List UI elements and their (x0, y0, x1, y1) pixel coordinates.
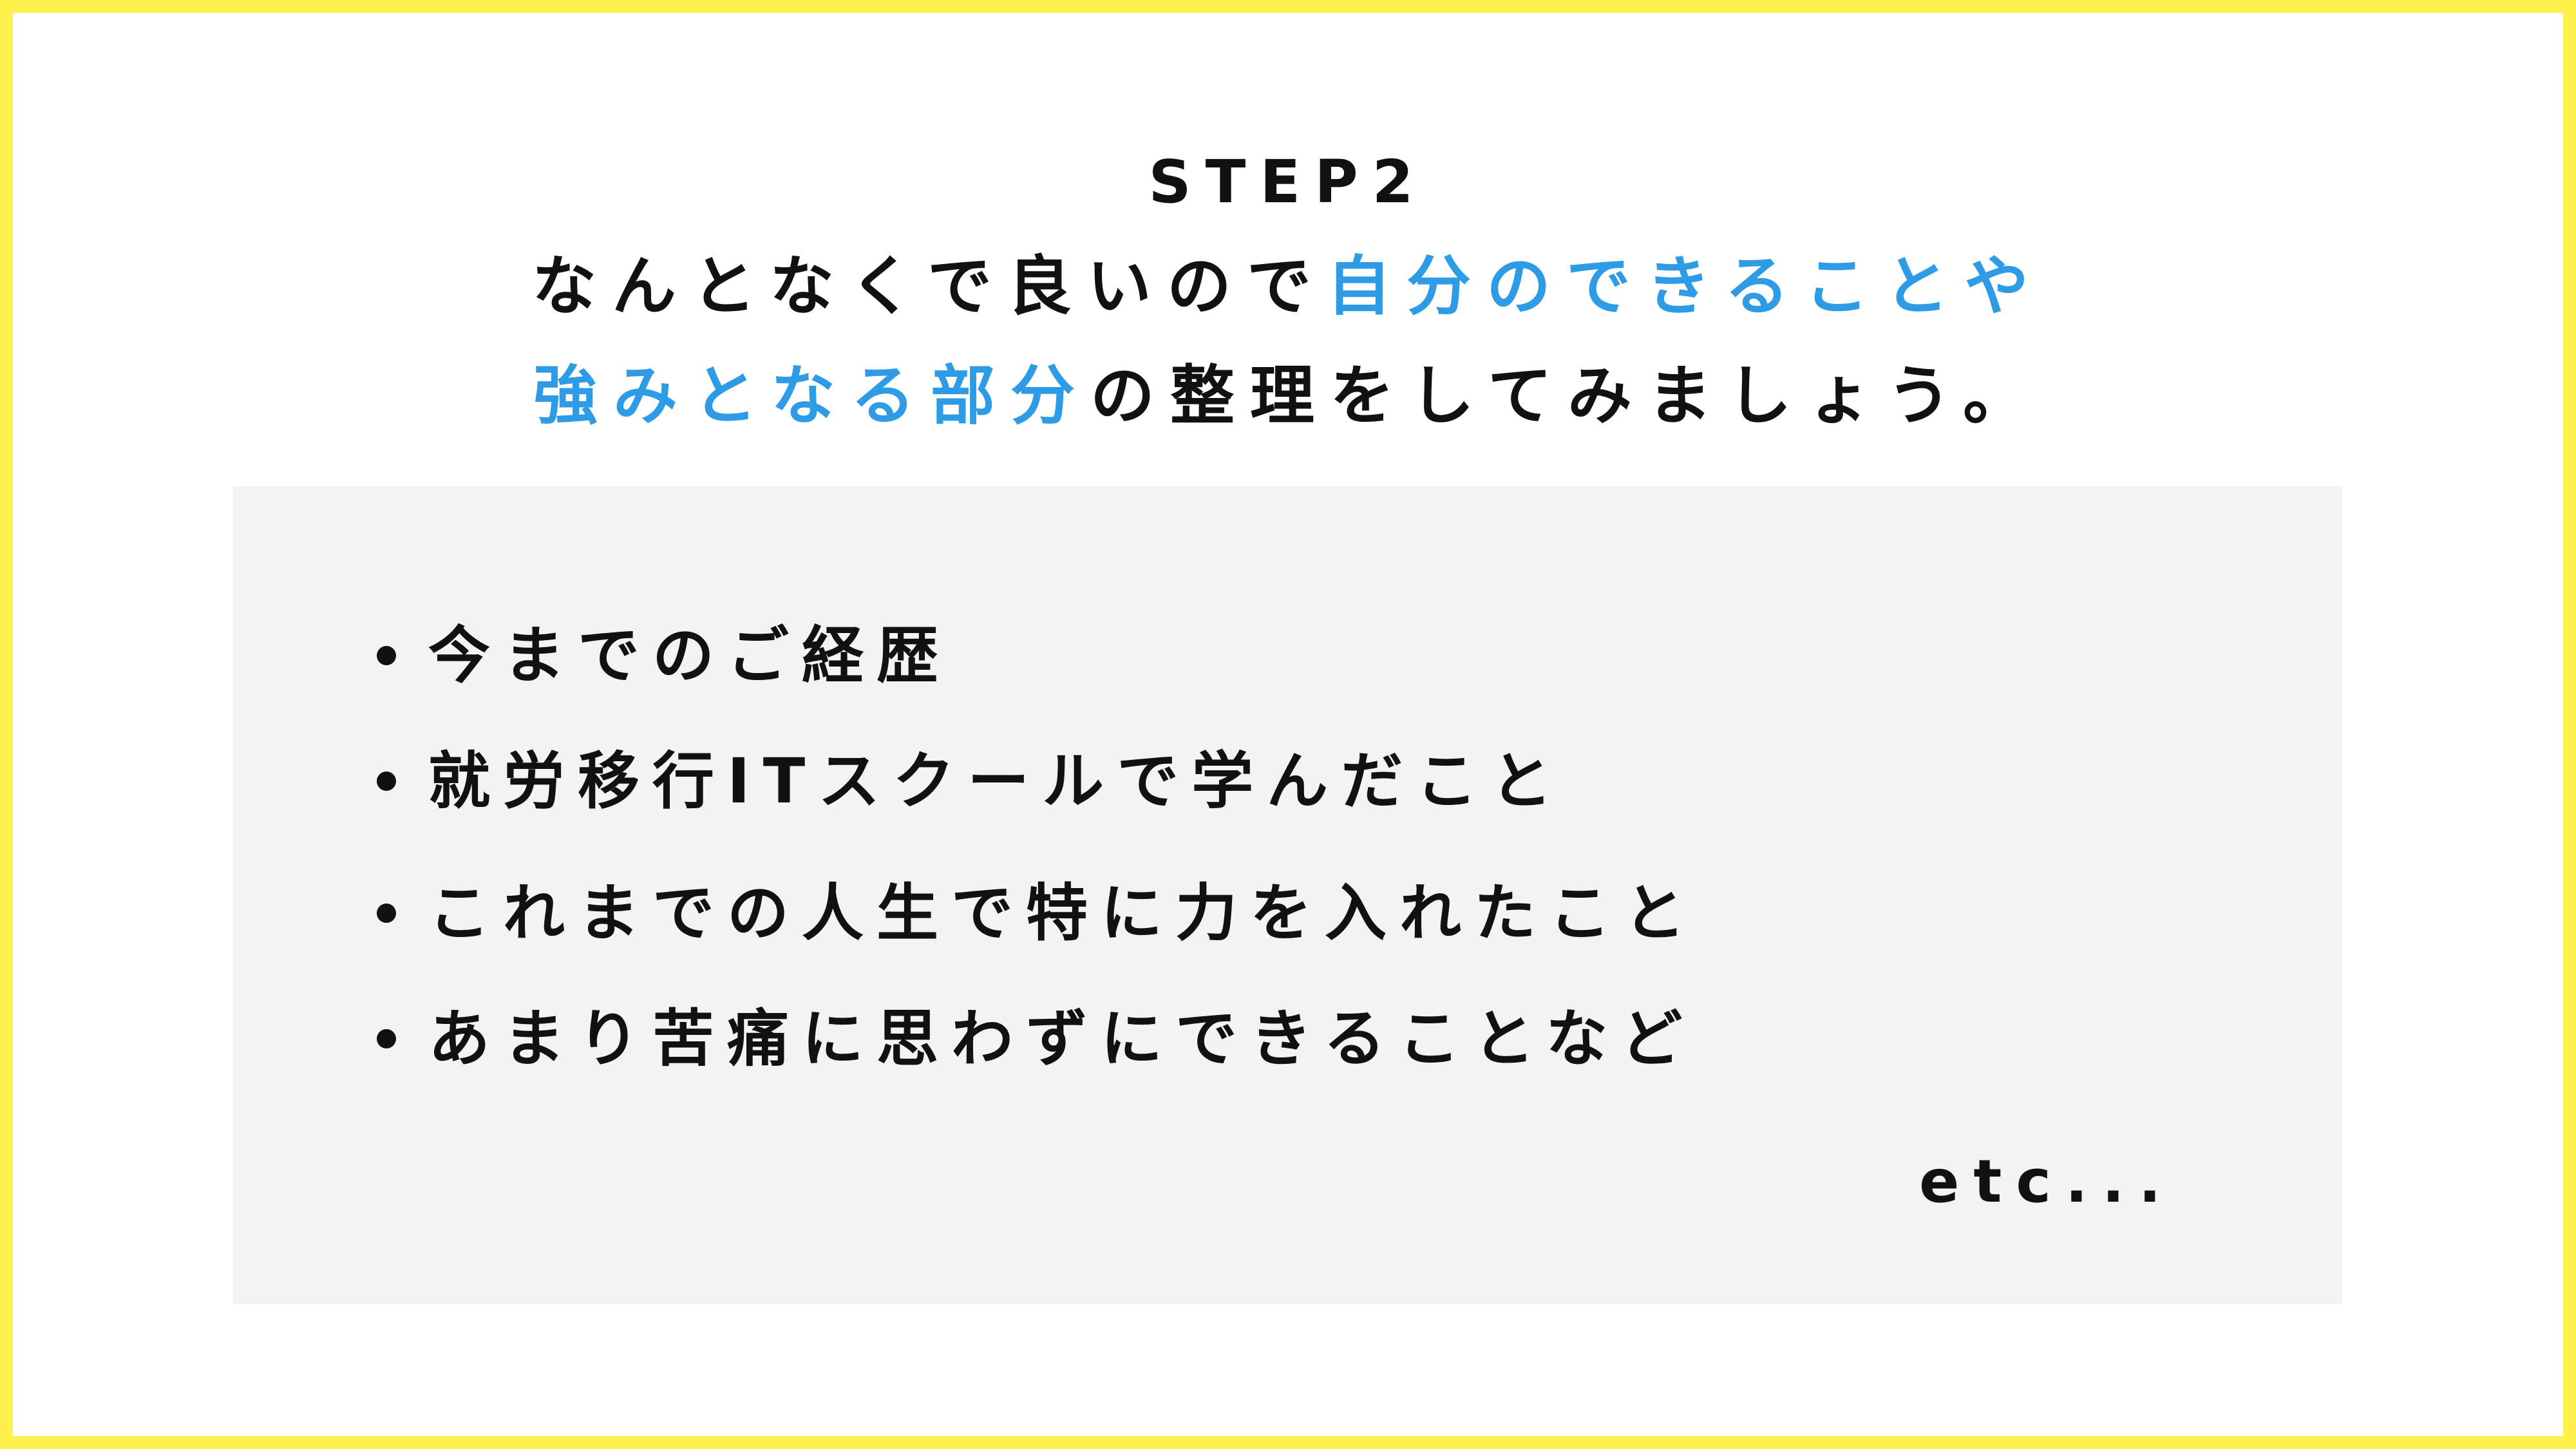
intro-line-2-text: の整理をしてみましょう。 (1090, 358, 2043, 433)
bullet-icon (377, 771, 396, 791)
intro-line-1-text: なんとなくで良いので (532, 249, 1327, 324)
bullet-icon (377, 903, 396, 923)
intro-line-1: なんとなくで良いので自分のできることや (0, 248, 2576, 325)
list-item-text: あまり苦痛に思わずにできることなど (428, 1003, 1696, 1075)
list-item-text: 今までのご経歴 (428, 620, 951, 692)
list-item: これまでの人生で特に力を入れたこと (377, 876, 1698, 951)
list-item-text: これまでの人生で特に力を入れたこと (428, 877, 1698, 949)
list-item: あまり苦痛に思わずにできることなど (377, 1001, 1695, 1076)
bullet-icon (377, 645, 396, 665)
intro-line-2: 強みとなる部分の整理をしてみましょう。 (0, 357, 2576, 435)
etc-label: etc... (1919, 1147, 2175, 1216)
intro-line-1-highlight: 自分のできることや (1327, 249, 2044, 324)
step-heading: STEP2 (1148, 147, 1428, 216)
bullet-icon (377, 1028, 396, 1048)
list-item-text: 就労移行ITスクールで学んだこと (428, 745, 1566, 817)
intro-line-2-highlight: 強みとなる部分 (533, 358, 1090, 433)
list-item: 今までのご経歴 (377, 618, 951, 693)
list-item: 就労移行ITスクールで学んだこと (377, 744, 1565, 819)
